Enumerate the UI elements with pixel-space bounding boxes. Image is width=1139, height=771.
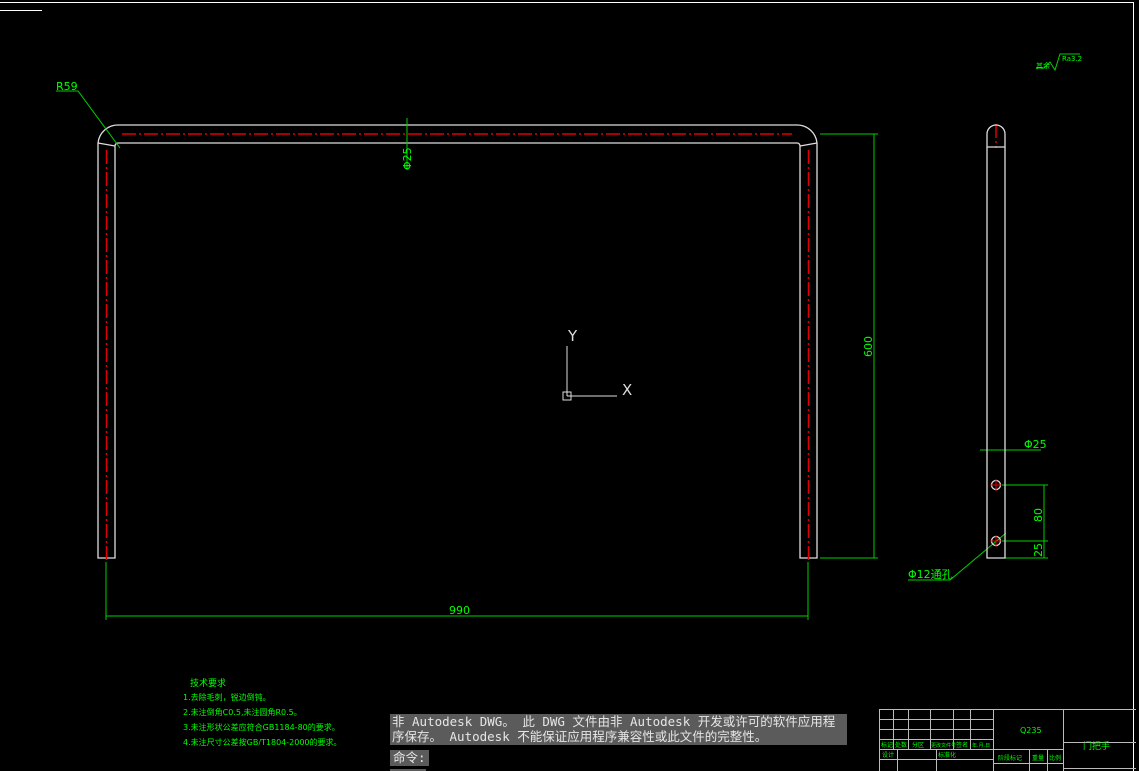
roughness-value: Ra3.2 <box>1062 55 1082 63</box>
hole-offset-dim: 25 <box>1032 543 1045 557</box>
tech-item: 3.未注形状公差应符合GB1184-80的要求。 <box>183 722 340 732</box>
stage-label: 阶段标记 <box>998 754 1022 762</box>
width-dim: 990 <box>449 604 470 617</box>
weight-label: 重量 <box>1032 754 1044 762</box>
header-cell: 标记 <box>881 741 893 749</box>
handle-side-view <box>986 124 1006 559</box>
tech-item: 4.未注尺寸公差按GB/T1804-2000的要求。 <box>183 737 342 747</box>
command-history: 非 Autodesk DWG。 此 DWG 文件由非 Autodesk 开发或许… <box>390 714 847 745</box>
ucs-icon <box>562 346 617 401</box>
tech-item: 1.去除毛刺，锐边倒钝。 <box>183 692 271 702</box>
design-label: 设计 <box>882 751 894 759</box>
tech-item: 2.未注倒角C0.5,未注圆角R0.5。 <box>183 707 302 717</box>
ucs-y-label: Y <box>567 327 578 345</box>
header-cell: 分区 <box>912 741 924 749</box>
title-block-text: Q235 门把手 标记 处数 分区 更改文件号 签名 年.月.日 设计 标准化 … <box>881 726 1110 762</box>
drawing-canvas[interactable]: R59 Φ25 990 600 Φ25 80 25 Φ12通孔 其余 Ra3.2… <box>0 0 1139 771</box>
header-cell: 更改文件号 <box>931 742 956 749</box>
roughness-prefix: 其余 <box>1036 61 1050 70</box>
header-cell: 签名 <box>956 741 968 749</box>
header-cell: 处数 <box>895 741 907 749</box>
radius-dim: R59 <box>56 80 78 93</box>
command-prompt[interactable]: 命令: <box>390 750 429 766</box>
tech-requirements: 技术要求 1.去除毛刺，锐边倒钝。 2.未注倒角C0.5,未注圆角R0.5。 3… <box>183 677 342 747</box>
tech-title: 技术要求 <box>190 677 226 689</box>
handle-front-view <box>97 124 818 559</box>
hole-spacing-dim: 80 <box>1032 508 1045 522</box>
material: Q235 <box>1020 726 1042 735</box>
header-cell: 年.月.日 <box>972 742 990 749</box>
ucs-x-label: X <box>622 381 632 399</box>
tube-dia-dim: Φ25 <box>401 147 414 170</box>
scale-label: 比例 <box>1049 754 1061 762</box>
standard-label: 标准化 <box>938 751 956 759</box>
side-dia-dim: Φ25 <box>1024 438 1047 451</box>
height-dim: 600 <box>862 336 875 357</box>
hole-centermarks <box>990 479 1002 547</box>
hole-label: Φ12通孔 <box>908 568 953 581</box>
part-name: 门把手 <box>1083 740 1110 752</box>
